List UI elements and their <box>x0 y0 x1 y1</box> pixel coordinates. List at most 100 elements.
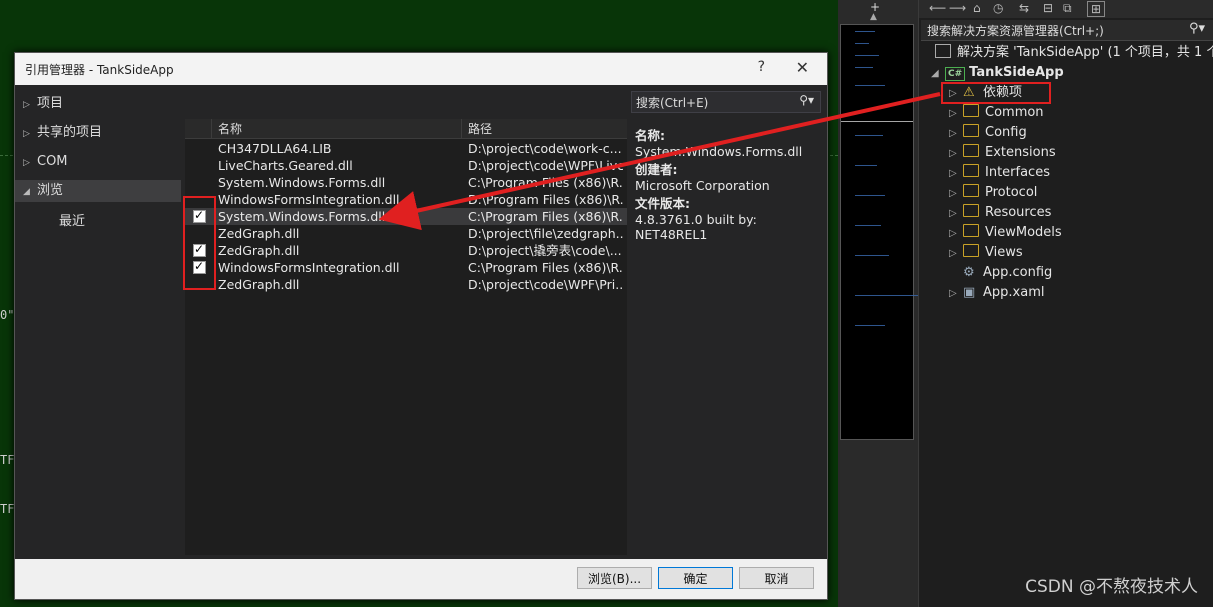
reference-path: C:\Program Files (x86)\R... <box>468 260 623 275</box>
solution-search-input[interactable]: 搜索解决方案资源管理器(Ctrl+;) ⚲▾ <box>921 20 1213 41</box>
expand-arrow-icon[interactable]: ▷ <box>949 164 963 184</box>
home-icon[interactable]: ⌂ <box>973 1 981 15</box>
expand-arrow-icon[interactable]: ▷ <box>949 124 963 144</box>
folder-icon <box>963 244 979 257</box>
solution-icon <box>935 44 951 58</box>
collapse-icon[interactable]: ⊟ <box>1043 1 1053 15</box>
expand-arrow-icon[interactable]: ▷ <box>949 224 963 244</box>
sync-icon[interactable]: ⇆ <box>1019 1 1029 15</box>
reference-row[interactable]: LiveCharts.Geared.dll D:\project\code\WPF… <box>185 157 627 174</box>
expand-arrow-icon[interactable]: ▷ <box>949 244 963 264</box>
expand-arrow-icon[interactable]: ▷ <box>949 144 963 164</box>
solution-label: 解决方案 'TankSideApp' (1 个项目，共 1 个) <box>957 45 1213 60</box>
reference-row[interactable]: WindowsFormsIntegration.dll C:\Program Fi… <box>185 258 627 276</box>
folder-icon <box>963 144 979 157</box>
reference-path: D:\project\code\WPF\Pri... <box>468 277 623 292</box>
tree-item[interactable]: ▷ Views <box>949 243 1023 263</box>
tree-project-node[interactable]: ◢ C# TankSideApp <box>931 63 1064 83</box>
back-icon[interactable]: ⟵ <box>929 1 946 15</box>
column-header-name[interactable]: 名称 <box>212 119 462 139</box>
collapse-arrow-icon[interactable]: ◢ <box>931 64 945 84</box>
expand-arrow-icon[interactable]: ▷ <box>23 152 37 174</box>
folder-icon <box>963 124 979 137</box>
search-icon[interactable]: ⚲▾ <box>1189 21 1205 36</box>
switch-view-icon[interactable]: ⊞ <box>1087 1 1106 17</box>
tree-item-label: Protocol <box>985 185 1038 200</box>
tree-item[interactable]: ▷ Resources <box>949 203 1051 223</box>
reference-name: System.Windows.Forms.dll <box>218 209 386 224</box>
search-icon[interactable]: ⚲▾ <box>799 93 814 107</box>
nav-item-label: 项目 <box>37 96 64 111</box>
expand-arrow-icon[interactable]: ▷ <box>949 284 963 304</box>
help-button[interactable]: ? <box>758 59 765 75</box>
nav-item[interactable]: ▷ 共享的项目 <box>23 122 102 144</box>
nav-item[interactable]: ◢ 浏览 <box>15 180 181 202</box>
tree-item[interactable]: ▷ Config <box>949 123 1027 143</box>
expand-arrow-icon[interactable]: ▷ <box>949 104 963 124</box>
csharp-project-icon: C# <box>945 67 966 81</box>
detail-version-label: 文件版本: <box>635 196 690 211</box>
solution-search-placeholder: 搜索解决方案资源管理器(Ctrl+;) <box>927 24 1104 38</box>
tree-item[interactable]: ▷ Protocol <box>949 183 1037 203</box>
tree-item[interactable]: ▷ ViewModels <box>949 223 1062 243</box>
expand-arrow-icon[interactable]: ◢ <box>23 181 37 203</box>
tree-item[interactable]: ▷ ▣ App.xaml <box>949 283 1044 303</box>
reference-name: ZedGraph.dll <box>218 277 300 292</box>
detail-creator-value: Microsoft Corporation <box>635 178 770 193</box>
reference-name: WindowsFormsIntegration.dll <box>218 260 400 275</box>
tree-item-label: Views <box>985 245 1023 260</box>
tree-item-label: App.config <box>983 265 1053 280</box>
browse-button[interactable]: 浏览(B)... <box>577 567 652 589</box>
folder-icon <box>963 204 979 217</box>
reference-row[interactable]: ZedGraph.dll D:\project\撬旁表\code\... <box>185 241 627 259</box>
reference-detail-panel: 名称: System.Windows.Forms.dll 创建者: Micros… <box>635 125 825 242</box>
forward-icon[interactable]: ⟶ <box>949 1 966 15</box>
nav-item[interactable]: 最近 <box>45 211 85 233</box>
code-minimap[interactable]: + ▲ <box>838 0 923 607</box>
tree-solution-node[interactable]: 解决方案 'TankSideApp' (1 个项目，共 1 个) <box>935 43 1213 63</box>
history-icon[interactable]: ◷ <box>993 1 1003 15</box>
ok-button[interactable]: 确定 <box>658 567 733 589</box>
reference-path: C:\Program Files (x86)\R... <box>468 209 623 224</box>
tree-item[interactable]: ▷ Interfaces <box>949 163 1050 183</box>
cancel-button[interactable]: 取消 <box>739 567 814 589</box>
expand-arrow-icon[interactable]: ▷ <box>949 184 963 204</box>
tree-item[interactable]: ▷ Common <box>949 103 1044 123</box>
reference-name: WindowsFormsIntegration.dll <box>218 192 400 207</box>
reference-row[interactable]: ZedGraph.dll D:\project\code\WPF\Pri... <box>185 276 627 293</box>
reference-manager-dialog: 引用管理器 - TankSideApp ? ✕ ▷ 项目 ▷ 共享的项目 ▷ COM ◢ 浏览… <box>14 52 828 600</box>
watermark-text: CSDN @不熬夜技术人 <box>1025 577 1198 597</box>
reference-path: D:\project\code\work-c... <box>468 141 622 156</box>
detail-version-value: 4.8.3761.0 built by: NET48REL1 <box>635 212 757 242</box>
editor-text-fragment: 0" <box>0 308 15 322</box>
expand-arrow-icon[interactable]: ▷ <box>23 94 37 116</box>
dialog-titlebar: 引用管理器 - TankSideApp ? ✕ <box>15 53 827 85</box>
tree-item[interactable]: ⚙ App.config <box>949 263 1052 283</box>
reference-row[interactable]: System.Windows.Forms.dll C:\Program Files… <box>185 207 627 225</box>
detail-creator-label: 创建者: <box>635 162 678 177</box>
minimap-viewport[interactable] <box>840 24 923 440</box>
reference-row[interactable]: System.Windows.Forms.dll C:\Program Files… <box>185 174 627 191</box>
reference-row[interactable]: WindowsFormsIntegration.dll D:\Program Fi… <box>185 191 627 208</box>
close-button[interactable]: ✕ <box>796 58 809 77</box>
nav-item[interactable]: ▷ 项目 <box>23 93 63 115</box>
reference-path: D:\project\file\zedgraph... <box>468 226 623 241</box>
reference-row[interactable]: CH347DLLA64.LIB D:\project\code\work-c... <box>185 140 627 157</box>
reference-list: 名称 路径 CH347DLLA64.LIB D:\project\code\wor… <box>185 119 627 555</box>
tree-item[interactable]: ▷ Extensions <box>949 143 1056 163</box>
reference-row[interactable]: ZedGraph.dll D:\project\file\zedgraph... <box>185 225 627 242</box>
reference-search-input[interactable]: 搜索(Ctrl+E) ⚲▾ <box>631 91 821 113</box>
copy-icon[interactable]: ⧉ <box>1063 1 1072 16</box>
dialog-button-bar: 浏览(B)... 确定 取消 <box>15 559 827 599</box>
tree-item-label: Extensions <box>985 145 1056 160</box>
nav-item-label: 最近 <box>59 214 86 229</box>
xaml-file-icon: ▣ <box>963 285 976 300</box>
reference-search-placeholder: 搜索(Ctrl+E) <box>636 96 709 110</box>
expand-arrow-icon[interactable]: ▷ <box>23 123 37 145</box>
tree-item-label: Interfaces <box>985 165 1050 180</box>
nav-item[interactable]: ▷ COM <box>23 151 68 173</box>
expand-arrow-icon[interactable]: ▷ <box>949 204 963 224</box>
minimap-scroll-up-icon[interactable]: ▲ <box>870 12 877 22</box>
column-header-path[interactable]: 路径 <box>462 119 627 139</box>
reference-name: CH347DLLA64.LIB <box>218 141 332 156</box>
